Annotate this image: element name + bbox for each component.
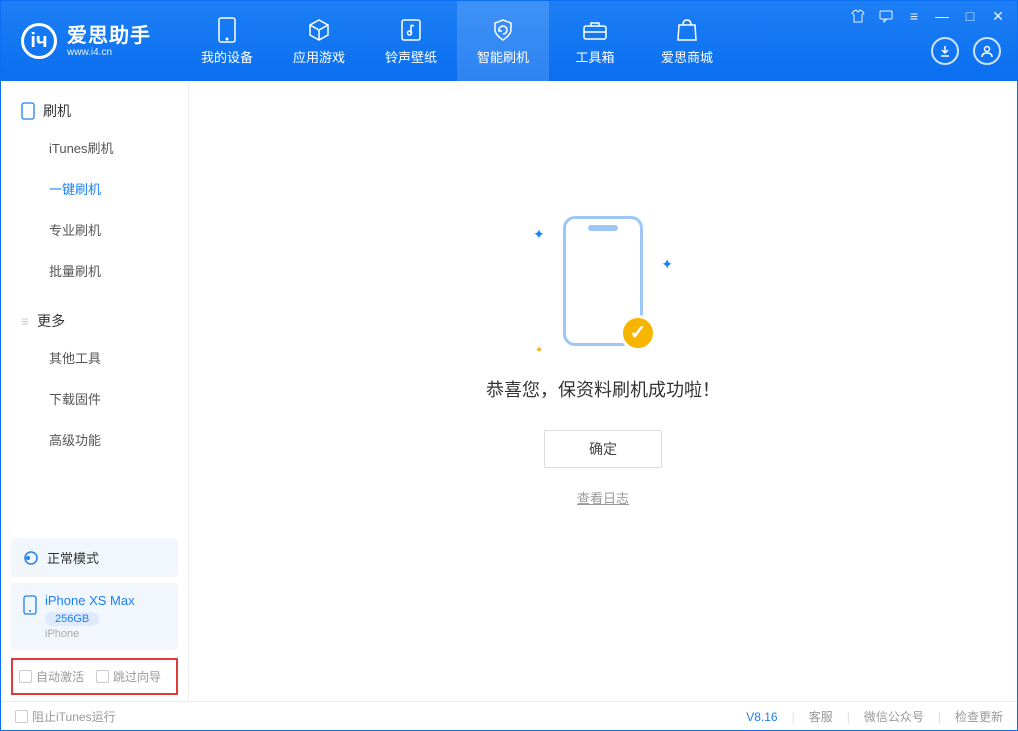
- checkbox-icon: [19, 670, 32, 683]
- sparkle-icon: ✦: [661, 256, 673, 273]
- checkbox-icon: [15, 710, 28, 723]
- body: 刷机 iTunes刷机 一键刷机 专业刷机 批量刷机 ≡ 更多 其他工具 下载固…: [1, 81, 1017, 701]
- device-card[interactable]: iPhone XS Max 256GB iPhone: [11, 583, 178, 650]
- phone-illustration-icon: ✓: [563, 216, 643, 346]
- mode-icon: [23, 550, 39, 566]
- device-details: iPhone XS Max 256GB iPhone: [45, 593, 135, 640]
- check-badge-icon: ✓: [620, 315, 656, 351]
- ok-button[interactable]: 确定: [544, 430, 662, 468]
- minimize-icon[interactable]: —: [933, 7, 951, 25]
- logo-area: iч 爱思助手 www.i4.cn: [1, 1, 171, 81]
- list-icon: ≡: [21, 313, 29, 329]
- sidebar-item-itunes-flash[interactable]: iTunes刷机: [1, 127, 188, 168]
- separator: |: [792, 710, 795, 724]
- main-content: ✓ ✦ ✦ ✦ 恭喜您，保资料刷机成功啦！ 确定 查看日志: [189, 81, 1017, 701]
- device-type: iPhone: [45, 628, 135, 640]
- tab-label: 铃声壁纸: [385, 47, 437, 66]
- logo-text: 爱思助手 www.i4.cn: [67, 25, 151, 58]
- sidebar-item-batch-flash[interactable]: 批量刷机: [1, 250, 188, 291]
- tab-label: 应用游戏: [293, 47, 345, 66]
- sidebar-item-advanced[interactable]: 高级功能: [1, 419, 188, 460]
- checkbox-label: 跳过向导: [113, 668, 161, 685]
- bag-icon: [674, 17, 700, 43]
- header: iч 爱思助手 www.i4.cn 我的设备 应用游戏 铃声壁纸 智能刷机 工具…: [1, 1, 1017, 81]
- tab-device[interactable]: 我的设备: [181, 1, 273, 81]
- version-label: V8.16: [746, 710, 777, 724]
- phone-icon: [214, 17, 240, 43]
- success-illustration: ✓ ✦ ✦ ✦: [563, 216, 643, 376]
- nav-tabs: 我的设备 应用游戏 铃声壁纸 智能刷机 工具箱 爱思商城: [181, 1, 733, 81]
- app-title: 爱思助手: [67, 25, 151, 47]
- download-button[interactable]: [931, 37, 959, 65]
- feedback-icon[interactable]: [877, 7, 895, 25]
- sidebar-header-more: ≡ 更多: [1, 305, 188, 337]
- close-icon[interactable]: ✕: [989, 7, 1007, 25]
- music-icon: [398, 17, 424, 43]
- tab-tools[interactable]: 工具箱: [549, 1, 641, 81]
- options-highlight-row: 自动激活 跳过向导: [11, 658, 178, 695]
- toolbox-icon: [582, 17, 608, 43]
- sidebar-section-more: ≡ 更多 其他工具 下载固件 高级功能: [1, 291, 188, 460]
- window-controls: ≡ — □ ✕: [849, 7, 1007, 25]
- user-button[interactable]: [973, 37, 1001, 65]
- footer-left: 阻止iTunes运行: [15, 708, 116, 725]
- app-url: www.i4.cn: [67, 47, 151, 58]
- sparkle-icon: ✦: [533, 226, 545, 243]
- device-icon: [23, 595, 37, 615]
- view-log-link[interactable]: 查看日志: [577, 488, 629, 507]
- sidebar-item-other-tools[interactable]: 其他工具: [1, 337, 188, 378]
- maximize-icon[interactable]: □: [961, 7, 979, 25]
- sparkle-icon: ✦: [535, 345, 543, 356]
- sidebar: 刷机 iTunes刷机 一键刷机 专业刷机 批量刷机 ≡ 更多 其他工具 下载固…: [1, 81, 189, 701]
- logo-icon: iч: [21, 23, 57, 59]
- section-label: 刷机: [43, 101, 71, 121]
- menu-icon[interactable]: ≡: [905, 7, 923, 25]
- tab-label: 智能刷机: [477, 47, 529, 66]
- checkbox-label: 阻止iTunes运行: [32, 708, 116, 725]
- tab-apps[interactable]: 应用游戏: [273, 1, 365, 81]
- footer-right: V8.16 | 客服 | 微信公众号 | 检查更新: [746, 708, 1003, 725]
- tab-label: 爱思商城: [661, 47, 713, 66]
- section-label: 更多: [37, 311, 65, 331]
- checkbox-icon: [96, 670, 109, 683]
- tab-label: 我的设备: [201, 47, 253, 66]
- sidebar-item-pro-flash[interactable]: 专业刷机: [1, 209, 188, 250]
- checkbox-label: 自动激活: [36, 668, 84, 685]
- checkbox-skip-guide[interactable]: 跳过向导: [96, 668, 161, 685]
- device-mode-card[interactable]: 正常模式: [11, 538, 178, 577]
- refresh-shield-icon: [490, 17, 516, 43]
- tab-flash[interactable]: 智能刷机: [457, 1, 549, 81]
- sidebar-section-flash: 刷机 iTunes刷机 一键刷机 专业刷机 批量刷机: [1, 81, 188, 291]
- mode-label: 正常模式: [47, 548, 99, 567]
- checkbox-block-itunes[interactable]: 阻止iTunes运行: [15, 708, 116, 725]
- separator: |: [847, 710, 850, 724]
- footer-link-support[interactable]: 客服: [809, 708, 833, 725]
- sidebar-header-flash: 刷机: [1, 95, 188, 127]
- tab-label: 工具箱: [575, 47, 614, 66]
- sidebar-item-download-firmware[interactable]: 下载固件: [1, 378, 188, 419]
- footer-link-update[interactable]: 检查更新: [955, 708, 1003, 725]
- device-capacity: 256GB: [45, 612, 99, 626]
- shirt-icon[interactable]: [849, 7, 867, 25]
- footer: 阻止iTunes运行 V8.16 | 客服 | 微信公众号 | 检查更新: [1, 701, 1017, 731]
- footer-link-wechat[interactable]: 微信公众号: [864, 708, 924, 725]
- phone-small-icon: [21, 102, 35, 120]
- device-block: 正常模式 iPhone XS Max 256GB iPhone 自动激活 跳过向…: [1, 532, 188, 701]
- device-name: iPhone XS Max: [45, 593, 135, 608]
- checkbox-auto-activate[interactable]: 自动激活: [19, 668, 84, 685]
- success-message: 恭喜您，保资料刷机成功啦！: [486, 376, 720, 402]
- cube-icon: [306, 17, 332, 43]
- header-right-buttons: [931, 37, 1001, 65]
- tab-store[interactable]: 爱思商城: [641, 1, 733, 81]
- separator: |: [938, 710, 941, 724]
- sidebar-item-oneclick-flash[interactable]: 一键刷机: [1, 168, 188, 209]
- tab-rings[interactable]: 铃声壁纸: [365, 1, 457, 81]
